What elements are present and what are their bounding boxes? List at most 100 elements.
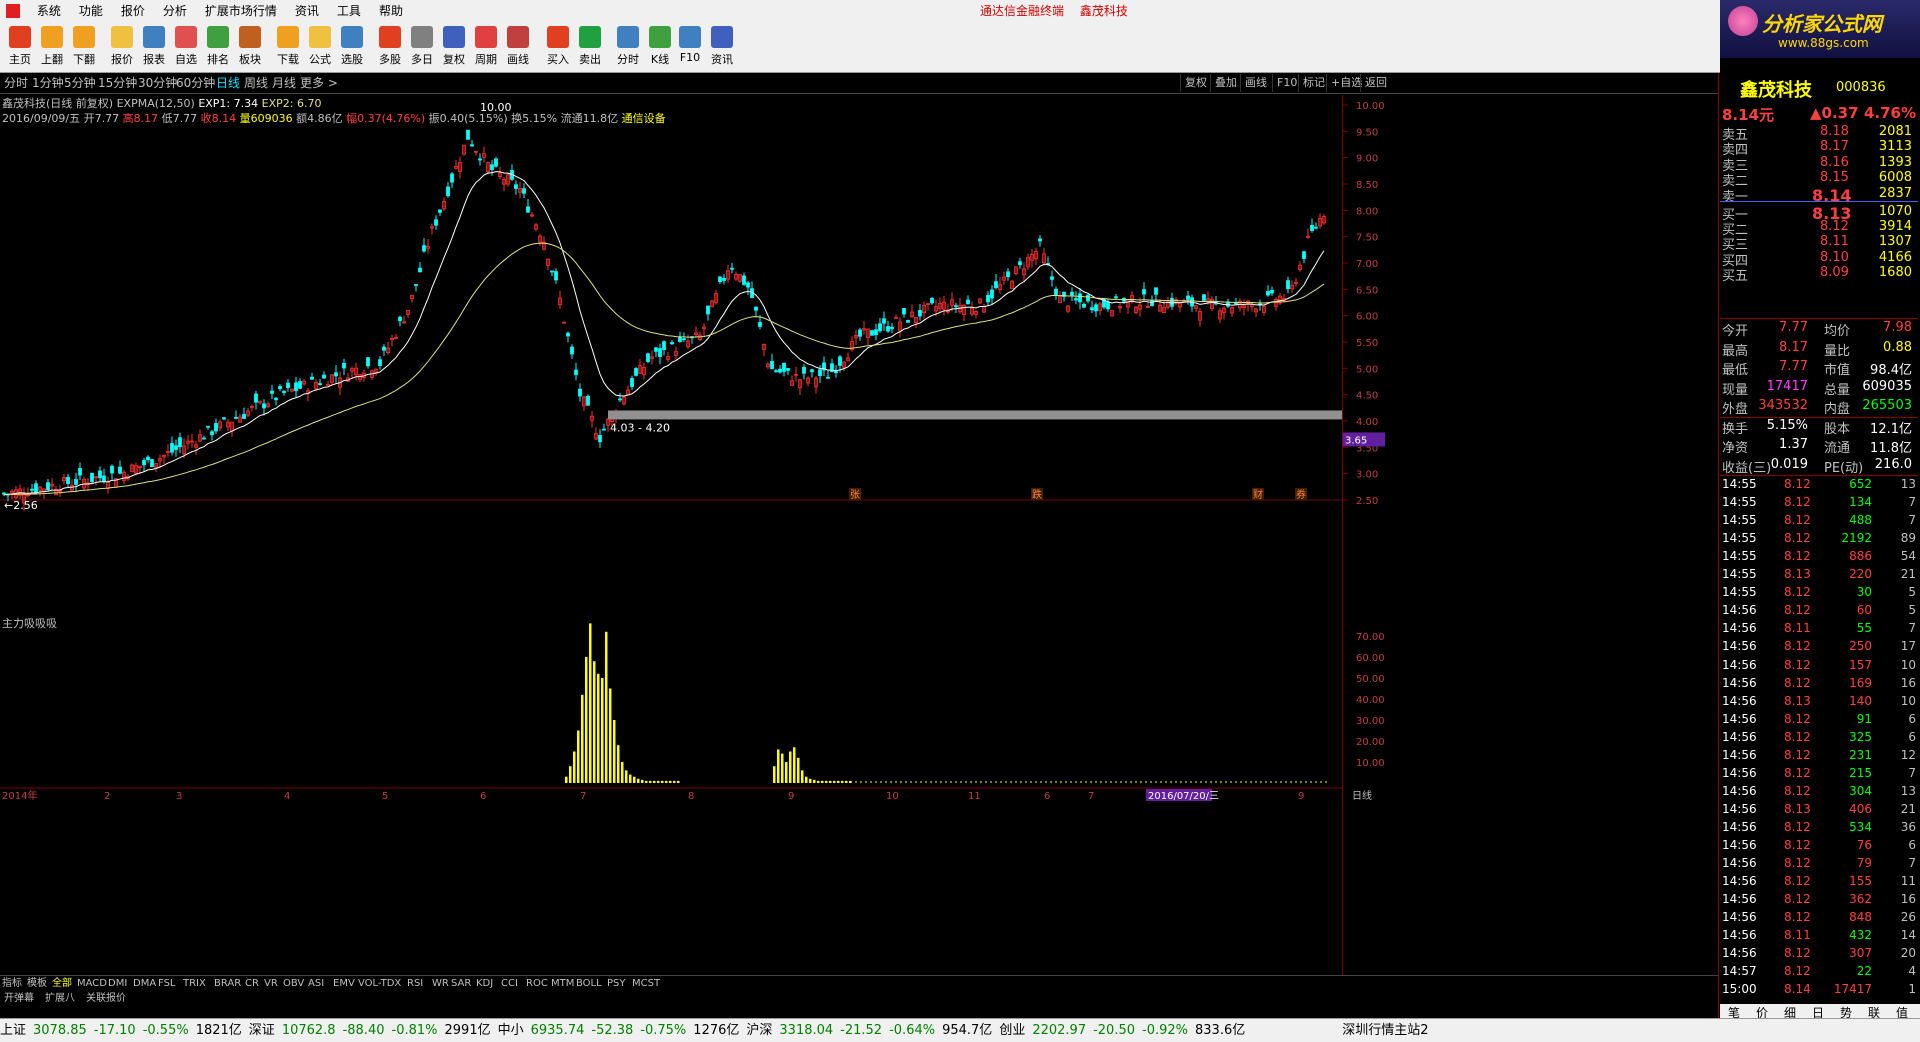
indicator-tab-21[interactable]: MTM: [551, 976, 574, 992]
indicator-tab-23[interactable]: PSY: [607, 976, 626, 992]
period-9[interactable]: 更多 >: [300, 73, 338, 93]
toolbar-button-0[interactable]: 主页: [2, 24, 38, 67]
toolbar-button-13[interactable]: 复权: [436, 24, 472, 67]
indicator-tab-6[interactable]: FSL: [158, 976, 176, 992]
indicator-tab-2[interactable]: 全部: [52, 976, 72, 992]
period-0[interactable]: 分时: [4, 73, 28, 93]
indicator-tab-24[interactable]: MCST: [632, 976, 660, 992]
stat-value: 7.98: [1883, 320, 1912, 335]
toolbar-button-5[interactable]: 自选: [168, 24, 204, 67]
stat-value: 98.4亿: [1870, 363, 1912, 378]
chart-button-2[interactable]: 画线: [1240, 74, 1271, 92]
toolbar-button-4[interactable]: 报表: [136, 24, 172, 67]
indicator-bar: [613, 720, 616, 783]
indicator-tab-15[interactable]: RSI: [407, 976, 423, 992]
toolbar-button-7[interactable]: 板块: [232, 24, 268, 67]
candlestick-chart[interactable]: 10.00 9.50 9.00 8.50 8.00 7.50 7.00 6.50 6.00 5.5…: [0, 95, 1718, 615]
toolbar-button-6[interactable]: 排名: [200, 24, 236, 67]
server-status[interactable]: 深圳行情主站2: [1342, 1019, 1428, 1042]
indicator-tab-3[interactable]: MACD: [77, 976, 107, 992]
indicator-bar: [777, 749, 780, 783]
index-name[interactable]: 深证: [249, 1019, 275, 1042]
indicator-tab-1[interactable]: 模板: [27, 976, 47, 992]
toolbar-button-17[interactable]: 卖出: [572, 24, 608, 67]
toolbar-button-16[interactable]: 买入: [540, 24, 576, 67]
menu-item-6[interactable]: 工具: [328, 0, 370, 22]
candle-body: [342, 362, 346, 369]
indicator-tab-16[interactable]: WR: [432, 976, 449, 992]
toolbar-button-8[interactable]: 下载: [270, 24, 306, 67]
chart-button-3[interactable]: F10: [1272, 74, 1301, 92]
indicator-tab-14[interactable]: VOL-TDX: [358, 976, 401, 992]
toolbar-button-14[interactable]: 周期: [468, 24, 504, 67]
period-3[interactable]: 15分钟: [98, 73, 137, 93]
indicator-tab-18[interactable]: KDJ: [476, 976, 493, 992]
toolbar-button-3[interactable]: 报价: [104, 24, 140, 67]
extra-tab-0[interactable]: 开弹幕: [4, 992, 34, 1006]
tick-time: 14:56: [1722, 783, 1757, 798]
indicator-tab-19[interactable]: CCI: [501, 976, 518, 992]
tick-count: 1: [1908, 982, 1916, 997]
period-8[interactable]: 月线: [272, 73, 296, 93]
candle-body: [142, 460, 146, 466]
tick-volume: 432: [1849, 928, 1872, 943]
period-2[interactable]: 5分钟: [64, 73, 96, 93]
indicator-tab-10[interactable]: VR: [264, 976, 278, 992]
chart-button-1[interactable]: 叠加: [1210, 74, 1241, 92]
indicator-tab-12[interactable]: ASI: [308, 976, 324, 992]
indicator-tab-22[interactable]: BOLL: [576, 976, 602, 992]
index-name[interactable]: 创业: [999, 1019, 1025, 1042]
toolbar-button-2[interactable]: 下翻: [66, 24, 102, 67]
indicator-tab-8[interactable]: BRAR: [214, 976, 241, 992]
toolbar-button-18[interactable]: 分时: [610, 24, 646, 67]
period-5[interactable]: 60分钟: [176, 73, 215, 93]
menu-item-2[interactable]: 报价: [112, 0, 154, 22]
indicator-chart[interactable]: 主力吸吸吸 70.00 60.00 50.00 40.00 30.00 20.00 10.00…: [0, 615, 1718, 975]
menu-item-5[interactable]: 资讯: [286, 0, 328, 22]
extra-tab-1[interactable]: 扩展八: [45, 992, 75, 1006]
toolbar-label: 资讯: [711, 53, 733, 66]
stat-row-1: 最高 8.17 量比 0.88: [1720, 340, 1918, 359]
index-name[interactable]: 沪深: [746, 1019, 772, 1042]
period-6[interactable]: 日线: [216, 73, 240, 93]
index-name[interactable]: 中小: [498, 1019, 524, 1042]
toolbar-button-20[interactable]: F10: [672, 24, 708, 64]
chart-button-6[interactable]: 返回: [1360, 74, 1391, 92]
menu-item-3[interactable]: 分析: [154, 0, 196, 22]
chart-button-4[interactable]: 标记: [1298, 74, 1329, 92]
indicator-tab-9[interactable]: CR: [245, 976, 259, 992]
menu-item-7[interactable]: 帮助: [370, 0, 412, 22]
toolbar-button-21[interactable]: 资讯: [704, 24, 740, 67]
candle-body: [1078, 293, 1082, 303]
indicator-tab-11[interactable]: OBV: [283, 976, 304, 992]
indicator-tab-13[interactable]: EMV: [333, 976, 355, 992]
period-1[interactable]: 1分钟: [32, 73, 64, 93]
indicator-tab-20[interactable]: ROC: [526, 976, 548, 992]
toolbar-button-11[interactable]: 多股: [372, 24, 408, 67]
period-4[interactable]: 30分钟: [138, 73, 177, 93]
extra-tab-2[interactable]: 关联报价: [86, 992, 126, 1006]
toolbar-label: 下翻: [73, 53, 95, 66]
indicator-tab-5[interactable]: DMA: [133, 976, 156, 992]
toolbar-button-9[interactable]: 公式: [302, 24, 338, 67]
toolbar-button-1[interactable]: 上翻: [34, 24, 70, 67]
orderbook-volume: 2837: [1878, 185, 1912, 201]
candle-body: [1038, 238, 1042, 242]
period-7[interactable]: 周线: [244, 73, 268, 93]
tick-volume: 406: [1849, 801, 1872, 816]
toolbar-button-10[interactable]: 选股: [334, 24, 370, 67]
indicator-tab-7[interactable]: TRIX: [183, 976, 206, 992]
index-name[interactable]: 上证: [0, 1019, 26, 1042]
candle-body: [598, 435, 602, 443]
indicator-tab-0[interactable]: 指标: [2, 976, 22, 992]
event-marker-label: 财: [1253, 488, 1263, 501]
indicator-tab-4[interactable]: DMI: [108, 976, 127, 992]
chart-button-0[interactable]: 复权: [1180, 74, 1211, 92]
indicator-tab-17[interactable]: SAR: [451, 976, 471, 992]
menu-item-4[interactable]: 扩展市场行情: [196, 0, 286, 22]
toolbar-button-12[interactable]: 多日: [404, 24, 440, 67]
toolbar-button-15[interactable]: 画线: [500, 24, 536, 67]
menu-item-1[interactable]: 功能: [70, 0, 112, 22]
orderbook-price: 8.11: [1820, 234, 1849, 250]
menu-item-0[interactable]: 系统: [28, 0, 70, 22]
